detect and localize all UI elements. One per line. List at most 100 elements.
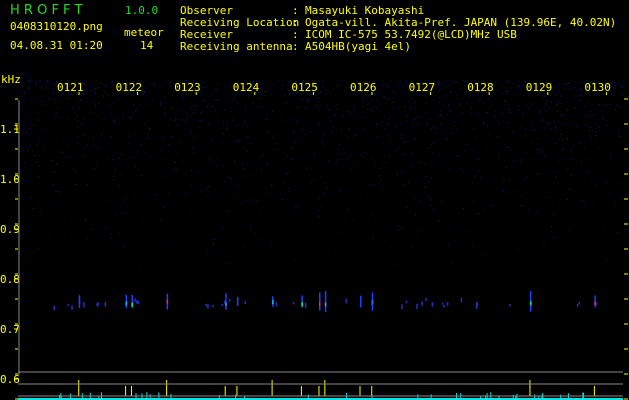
noise-pixel xyxy=(364,117,366,119)
noise-pixel xyxy=(186,192,188,194)
noise-pixel xyxy=(284,94,286,96)
noise-pixel xyxy=(250,225,252,227)
noise-pixel xyxy=(388,134,390,136)
noise-pixel xyxy=(413,155,415,157)
noise-pixel xyxy=(508,104,510,106)
noise-pixel xyxy=(210,138,212,140)
noise-pixel xyxy=(306,98,308,100)
noise-pixel xyxy=(517,190,519,192)
noise-pixel xyxy=(448,168,450,170)
noise-pixel xyxy=(202,121,204,123)
noise-pixel xyxy=(320,177,322,179)
noise-pixel xyxy=(268,130,270,132)
noise-pixel xyxy=(215,117,217,119)
noise-pixel xyxy=(343,152,345,154)
noise-pixel xyxy=(24,121,26,123)
noise-pixel xyxy=(283,151,285,153)
noise-pixel xyxy=(321,205,323,207)
noise-pixel xyxy=(613,100,615,102)
noise-pixel xyxy=(196,94,198,96)
noise-pixel xyxy=(376,107,378,109)
weak-echo xyxy=(134,298,136,302)
noise-pixel xyxy=(165,82,167,84)
noise-pixel xyxy=(174,119,176,121)
noise-pixel xyxy=(525,104,527,106)
noise-pixel xyxy=(215,165,217,167)
noise-pixel xyxy=(594,138,596,140)
noise-pixel xyxy=(380,135,382,137)
noise-pixel xyxy=(381,121,383,123)
noise-pixel xyxy=(499,153,501,155)
noise-pixel xyxy=(133,156,135,158)
noise-pixel xyxy=(397,225,399,227)
noise-pixel xyxy=(606,124,608,126)
noise-pixel xyxy=(49,130,51,132)
noise-pixel xyxy=(592,129,594,131)
noise-pixel xyxy=(222,133,224,135)
noise-pixel xyxy=(564,88,566,90)
noise-pixel xyxy=(261,91,263,93)
noise-pixel xyxy=(423,94,425,96)
noise-pixel xyxy=(216,82,218,84)
noise-pixel xyxy=(438,90,440,92)
noise-pixel xyxy=(123,201,125,203)
noise-pixel xyxy=(376,123,378,125)
noise-pixel xyxy=(229,84,231,86)
noise-pixel xyxy=(114,120,116,122)
noise-pixel xyxy=(505,103,507,105)
noise-pixel xyxy=(46,80,48,82)
noise-pixel xyxy=(77,120,79,122)
noise-pixel xyxy=(307,106,309,108)
noise-pixel xyxy=(190,134,192,136)
noise-pixel xyxy=(236,124,238,126)
noise-pixel xyxy=(400,80,402,82)
noise-pixel xyxy=(321,141,323,143)
noise-pixel xyxy=(57,116,59,118)
noise-pixel xyxy=(170,118,172,120)
noise-pixel xyxy=(561,158,563,160)
noise-pixel xyxy=(66,118,68,120)
noise-pixel xyxy=(554,127,556,129)
noise-pixel xyxy=(387,84,389,86)
noise-pixel xyxy=(67,156,69,158)
noise-pixel xyxy=(585,115,587,117)
noise-pixel xyxy=(288,191,290,193)
noise-pixel xyxy=(435,127,437,129)
noise-pixel xyxy=(178,108,180,110)
noise-pixel xyxy=(319,198,321,200)
noise-pixel xyxy=(245,109,247,111)
noise-pixel xyxy=(318,209,320,211)
noise-pixel xyxy=(29,144,31,146)
noise-pixel xyxy=(271,185,273,187)
meteor-echo-core xyxy=(318,302,321,307)
noise-pixel xyxy=(570,149,572,151)
noise-pixel xyxy=(318,108,320,110)
noise-pixel xyxy=(613,87,615,89)
noise-pixel xyxy=(496,90,498,92)
noise-pixel xyxy=(538,152,540,154)
noise-pixel xyxy=(99,138,101,140)
noise-pixel xyxy=(287,140,289,142)
noise-pixel xyxy=(265,118,267,120)
noise-pixel xyxy=(110,107,112,109)
noise-pixel xyxy=(153,85,155,87)
weak-echo xyxy=(416,303,418,309)
noise-pixel xyxy=(76,115,78,117)
x-tick-label: 0126 xyxy=(350,81,377,94)
noise-pixel xyxy=(287,85,289,87)
noise-pixel xyxy=(500,89,502,91)
noise-pixel xyxy=(190,210,192,212)
noise-pixel xyxy=(201,91,203,93)
noise-pixel xyxy=(292,119,294,121)
noise-pixel xyxy=(393,264,395,266)
noise-pixel xyxy=(62,152,64,154)
noise-pixel xyxy=(96,162,98,164)
noise-pixel xyxy=(436,146,438,148)
noise-pixel xyxy=(104,117,106,119)
noise-pixel xyxy=(450,83,452,85)
noise-pixel xyxy=(388,98,390,100)
noise-pixel xyxy=(225,127,227,129)
noise-pixel xyxy=(488,98,490,100)
noise-pixel xyxy=(580,160,582,162)
noise-pixel xyxy=(309,225,311,227)
